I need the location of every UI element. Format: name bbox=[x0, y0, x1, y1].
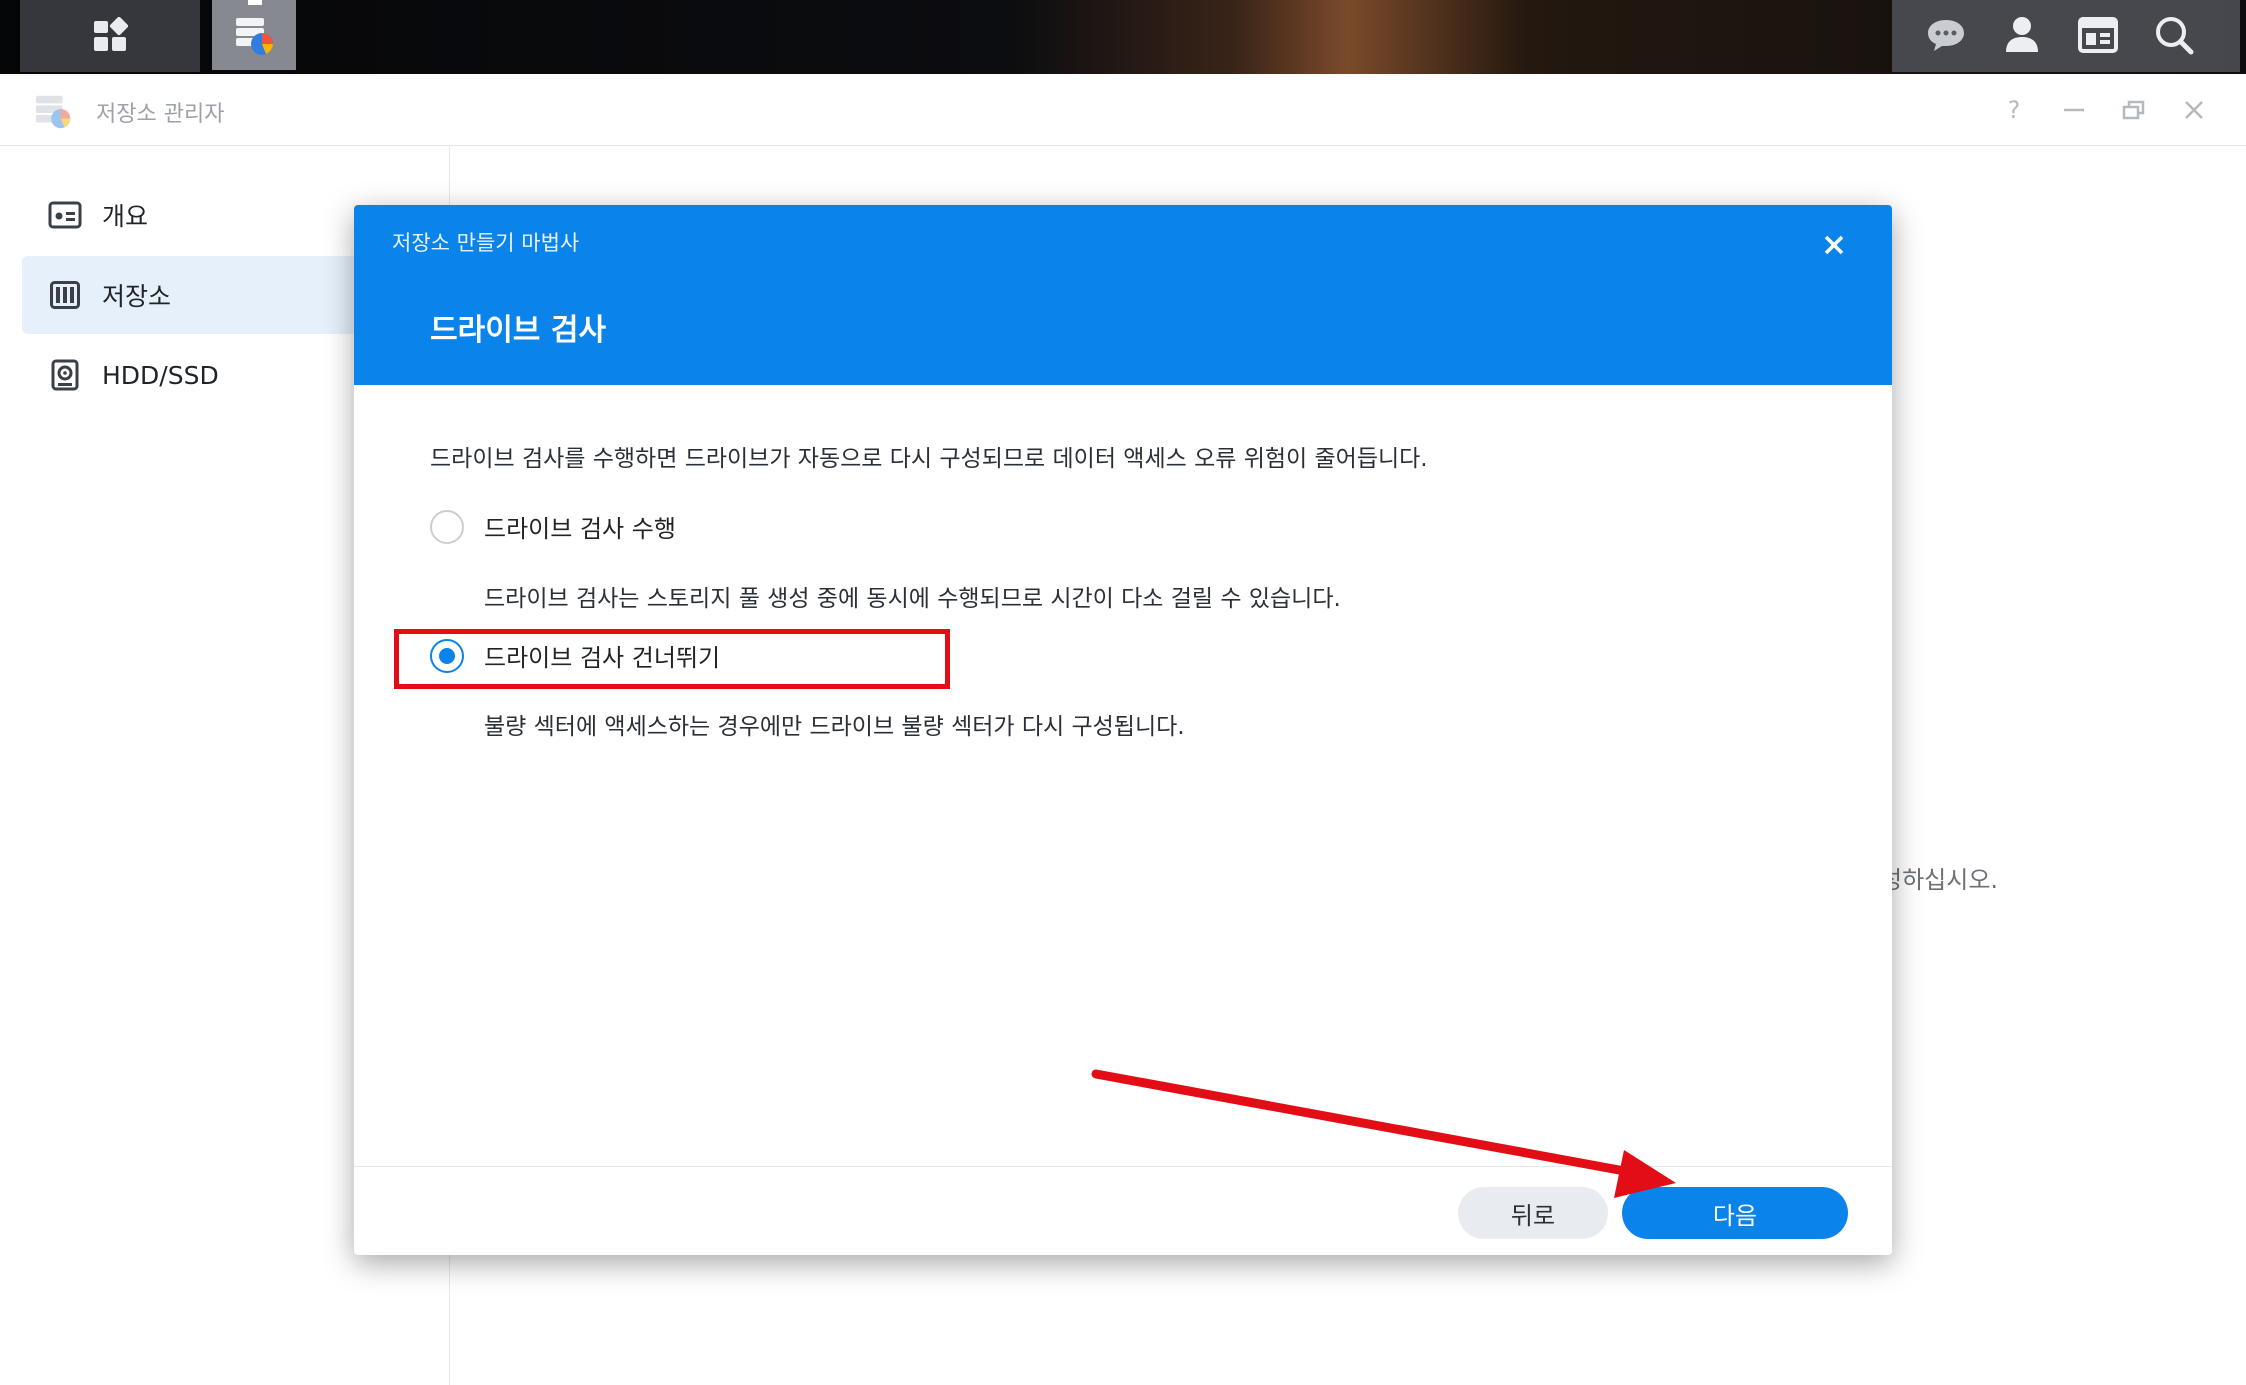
option-perform-drive-check[interactable]: 드라이브 검사 수행 bbox=[430, 509, 676, 544]
radio-label: 드라이브 검사 수행 bbox=[484, 515, 676, 543]
dialog-header: 저장소 만들기 마법사 드라이브 검사 bbox=[354, 205, 1892, 385]
step-description: 드라이브 검사를 수행하면 드라이브가 자동으로 다시 구성되므로 데이터 액세… bbox=[430, 446, 1428, 472]
annotation-highlight-box bbox=[394, 629, 950, 689]
dialog-footer: 뒤로 다음 bbox=[354, 1166, 1892, 1255]
next-button[interactable]: 다음 bbox=[1622, 1187, 1848, 1239]
modal-overlay: 저장소 만들기 마법사 드라이브 검사 드라이브 검사를 수행하면 드라이브가 … bbox=[0, 0, 2246, 1385]
step-title: 드라이브 검사 bbox=[430, 313, 607, 348]
back-button[interactable]: 뒤로 bbox=[1458, 1187, 1608, 1239]
close-icon bbox=[1824, 235, 1844, 255]
option-description: 불량 섹터에 액세스하는 경우에만 드라이브 불량 섹터가 다시 구성됩니다. bbox=[484, 714, 1185, 740]
wizard-title: 저장소 만들기 마법사 bbox=[392, 231, 580, 255]
option-description: 드라이브 검사는 스토리지 풀 생성 중에 동시에 수행되므로 시간이 다소 걸… bbox=[484, 586, 1341, 612]
dialog-close-button[interactable] bbox=[1816, 227, 1852, 263]
radio-button[interactable] bbox=[430, 509, 464, 544]
create-storage-wizard-dialog: 저장소 만들기 마법사 드라이브 검사 드라이브 검사를 수행하면 드라이브가 … bbox=[354, 205, 1892, 1255]
